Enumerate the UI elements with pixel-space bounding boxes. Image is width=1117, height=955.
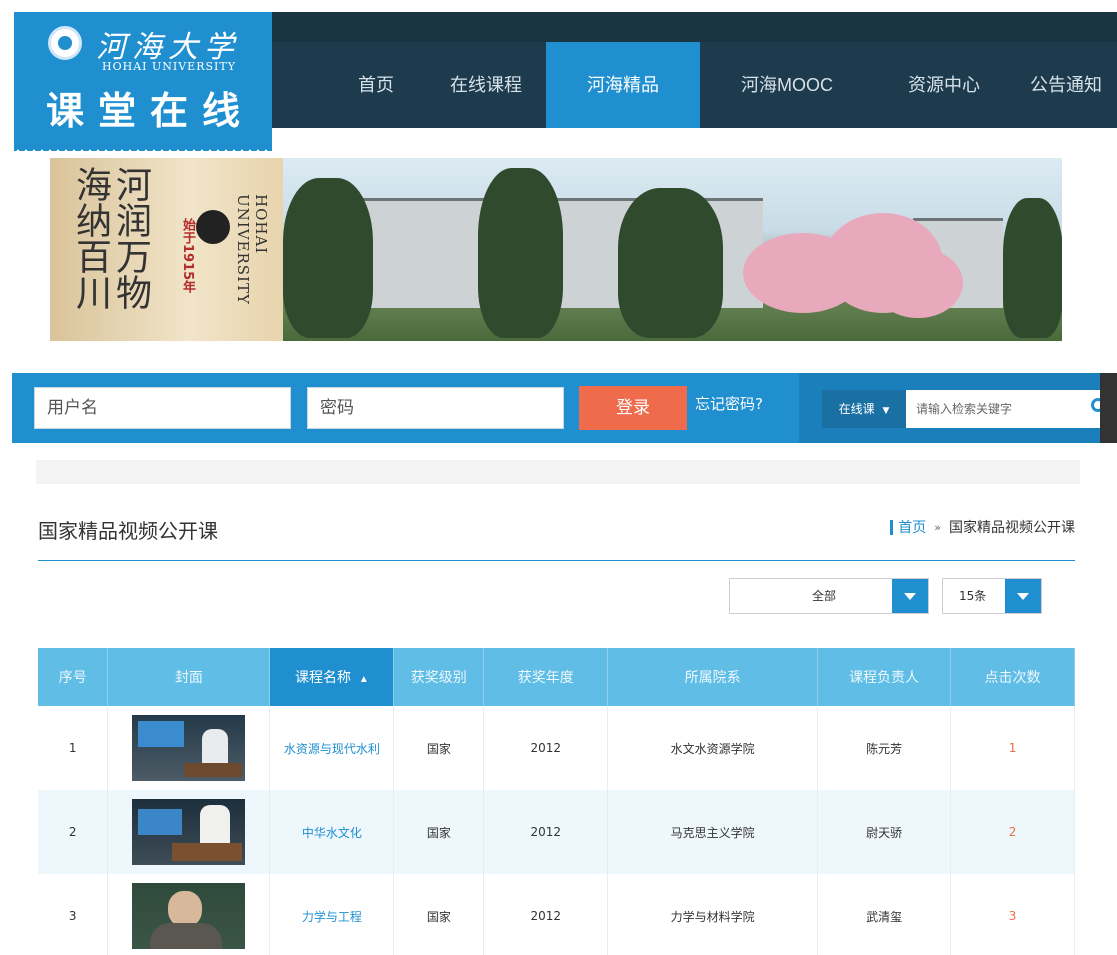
search-area: 在线课 ▼ 请输入检索关键字 — [799, 373, 1117, 443]
breadcrumb: 首页 » 国家精品视频公开课 — [890, 517, 1075, 537]
cell-clicks: 2 — [950, 790, 1075, 874]
table-row[interactable]: 2 中华水文化 国家 2012 马克思主义学院 尉天骄 2 — [38, 790, 1075, 874]
cell-cover — [107, 790, 271, 874]
campus-banner: 河润万物 海纳百川 始于1915年 HOHAI UNIVERSITY — [50, 158, 1062, 341]
column-header-course-name[interactable]: 课程名称 ▲ — [269, 648, 395, 706]
password-field[interactable]: 密码 — [307, 387, 564, 429]
cell-award-level: 国家 — [393, 874, 485, 955]
seal-stamp-icon — [196, 210, 230, 244]
nav-item-hohai-mooc[interactable]: 河海MOOC — [700, 42, 874, 128]
cell-award-level: 国家 — [393, 790, 485, 874]
column-header-award-year[interactable]: 获奖年度 — [483, 648, 609, 706]
sort-ascending-icon: ▲ — [358, 674, 369, 685]
cell-index: 1 — [38, 706, 109, 790]
cell-lead: 武清玺 — [817, 874, 952, 955]
breadcrumb-separator: » — [934, 520, 941, 534]
cell-department: 力学与材料学院 — [607, 874, 819, 955]
table-row[interactable]: 1 水资源与现代水利 国家 2012 水文水资源学院 陈元芳 1 — [38, 706, 1075, 790]
column-header-clicks[interactable]: 点击次数 — [950, 648, 1075, 706]
campus-photo — [283, 158, 1062, 341]
column-header-lead[interactable]: 课程负责人 — [817, 648, 952, 706]
calligraphy-panel: 河润万物 海纳百川 始于1915年 HOHAI UNIVERSITY — [50, 158, 283, 341]
search-type-select[interactable]: 在线课 ▼ — [822, 390, 906, 428]
cell-award-year: 2012 — [483, 706, 609, 790]
cell-course-name[interactable]: 力学与工程 — [269, 874, 395, 955]
cell-cover — [107, 706, 271, 790]
cell-lead: 陈元芳 — [817, 706, 952, 790]
category-filter-select[interactable]: 全部 — [729, 578, 929, 614]
search-type-label: 在线课 — [838, 402, 875, 416]
banner-school-en: HOHAI UNIVERSITY — [234, 194, 270, 305]
chevron-down-icon — [1005, 579, 1041, 613]
cell-index: 2 — [38, 790, 109, 874]
table-header-row: 序号 封面 课程名称 ▲ 获奖级别 获奖年度 所属院系 课程负责人 点击次数 — [38, 648, 1075, 706]
column-header-course-name-label: 课程名称 — [294, 669, 351, 685]
username-field[interactable]: 用户名 — [34, 387, 291, 429]
divider — [36, 460, 1080, 484]
column-header-award-level[interactable]: 获奖级别 — [393, 648, 485, 706]
cell-department: 马克思主义学院 — [607, 790, 819, 874]
site-header: 河海大学 HOHAI UNIVERSITY 课堂在线 首页 在线课程 河海精品 … — [0, 0, 1117, 151]
course-table: 序号 封面 课程名称 ▲ 获奖级别 获奖年度 所属院系 课程负责人 点击次数 1 — [38, 648, 1075, 955]
page-size-select[interactable]: 15条 — [942, 578, 1042, 614]
site-logo[interactable]: 河海大学 HOHAI UNIVERSITY 课堂在线 — [14, 12, 272, 151]
search-input[interactable]: 请输入检索关键字 — [906, 390, 1082, 428]
chevron-down-icon — [892, 579, 928, 613]
table-row[interactable]: 3 力学与工程 国家 2012 力学与材料学院 武清玺 3 — [38, 874, 1075, 955]
login-bar: 用户名 密码 登录 忘记密码? 在线课 ▼ 请输入检索关键字 — [12, 373, 1117, 443]
column-header-cover: 封面 — [107, 648, 271, 706]
category-filter-value: 全部 — [812, 589, 837, 603]
login-button[interactable]: 登录 — [579, 386, 687, 430]
cell-course-name[interactable]: 中华水文化 — [269, 790, 395, 874]
breadcrumb-current: 国家精品视频公开课 — [949, 520, 1075, 536]
banner-since: 始于1915年 — [180, 218, 195, 294]
column-header-index: 序号 — [38, 648, 109, 706]
nav-item-announcements[interactable]: 公告通知 — [1014, 42, 1117, 128]
university-seal-icon — [48, 26, 82, 60]
cell-award-level: 国家 — [393, 706, 485, 790]
cell-course-name[interactable]: 水资源与现代水利 — [269, 706, 395, 790]
cell-department: 水文水资源学院 — [607, 706, 819, 790]
nav-item-home[interactable]: 首页 — [326, 42, 426, 128]
logo-school-name-en: HOHAI UNIVERSITY — [102, 60, 236, 73]
nav-item-online-courses[interactable]: 在线课程 — [426, 42, 546, 128]
cell-award-year: 2012 — [483, 790, 609, 874]
nav-item-resource-center[interactable]: 资源中心 — [874, 42, 1014, 128]
course-cover-image[interactable] — [132, 715, 246, 781]
course-cover-image[interactable] — [132, 883, 246, 949]
banner-motto: 河润万物 海纳百川 — [70, 166, 151, 310]
cell-cover — [107, 874, 271, 955]
cell-clicks: 1 — [950, 706, 1075, 790]
cell-index: 3 — [38, 874, 109, 955]
cell-award-year: 2012 — [483, 874, 609, 955]
logo-site-title: 课堂在线 — [46, 89, 255, 133]
breadcrumb-home-link[interactable]: 首页 — [898, 517, 926, 537]
title-divider — [38, 560, 1075, 561]
page-title: 国家精品视频公开课 — [38, 521, 218, 543]
cell-clicks: 3 — [950, 874, 1075, 955]
chevron-down-icon: ▼ — [882, 406, 890, 416]
course-cover-image[interactable] — [132, 799, 246, 865]
forgot-password-link[interactable]: 忘记密码? — [695, 393, 763, 414]
column-header-department[interactable]: 所属院系 — [607, 648, 819, 706]
main-nav: 首页 在线课程 河海精品 河海MOOC 资源中心 公告通知 — [326, 42, 1117, 128]
page-size-value: 15条 — [959, 589, 987, 603]
cell-lead: 尉天骄 — [817, 790, 952, 874]
nav-item-hohai-quality[interactable]: 河海精品 — [546, 42, 700, 128]
